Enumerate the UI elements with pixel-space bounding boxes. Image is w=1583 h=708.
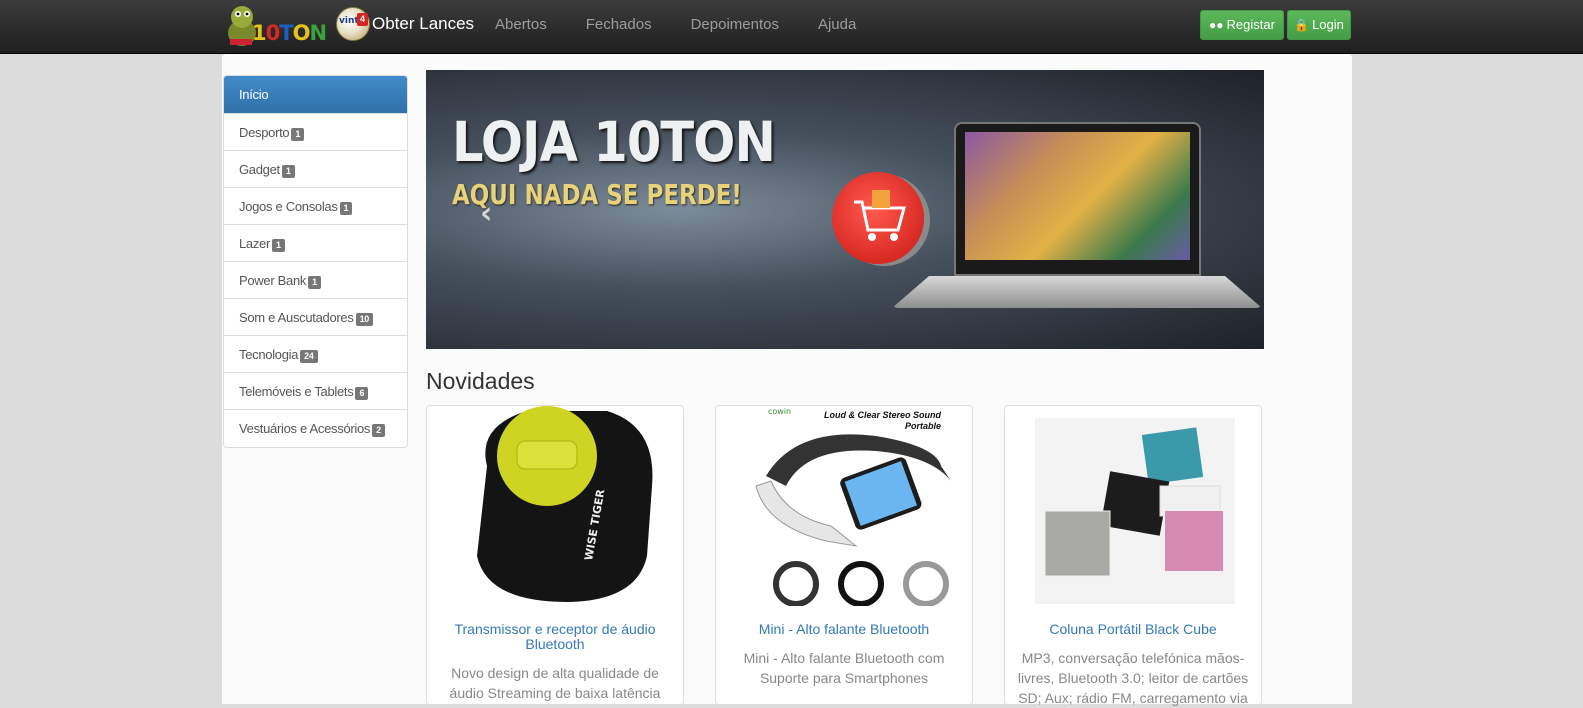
product-description: Novo design de alta qualidade de áudio S… [449,665,661,701]
banner-subtitle: AQUI NADA SE PERDE! [452,178,742,211]
sidebar-item-label: Som e Auscutadores [239,309,354,325]
obter-lances-link[interactable]: vint 4 Obter Lances [336,6,474,42]
login-label: Login [1312,17,1344,32]
banner-carousel[interactable]: LOJA 10TON AQUI NADA SE PERDE! ‹ › [426,70,1264,349]
nav-link-fechados[interactable]: Fechados [586,0,652,50]
product-image-black-cube [1035,418,1235,604]
register-label: Registar [1226,17,1275,32]
shoppers-photo [965,132,1190,260]
product-card[interactable]: Coluna Portátil Black Cube MP3, conversa… [1004,405,1262,706]
nav-link-depoimentos[interactable]: Depoimentos [691,0,779,50]
nav-link-abertos[interactable]: Abertos [495,0,547,50]
count-badge: 1 [272,238,285,252]
cart-glyph [854,190,906,241]
sidebar-item-lazer[interactable]: Lazer 1 [224,225,407,262]
product-image-mini-speaker: cowin [755,407,951,606]
sidebar-item-tecnologia[interactable]: Tecnologia 24 [224,336,407,373]
shopping-cart-icon [832,172,924,264]
product-brand-text: cowin [768,407,791,416]
login-button[interactable]: 🔒 Login [1287,10,1351,40]
banner-title: LOJA 10TON [452,110,776,174]
product-card[interactable]: cowin Loud & Clear Stereo Sound Portable… [715,405,973,705]
sidebar-item-label: Tecnologia [239,346,299,362]
product-image-transmitter: WISE TIGER [477,406,653,602]
count-badge: 1 [339,201,353,215]
carousel-prev-icon[interactable]: ‹ [480,196,492,231]
product-title[interactable]: Mini - Alto falante Bluetooth [726,622,962,637]
brand-label: Obter Lances [372,14,475,33]
users-icon: ●● [1209,18,1224,32]
count-badge: 1 [281,164,295,178]
nav-link-ajuda[interactable]: Ajuda [818,0,856,50]
count-badge: 24 [300,349,318,363]
vint4-logo-icon: vint 4 [336,7,370,41]
section-title: Novidades [426,368,535,394]
nav-links: Abertos Fechados Depoimentos Ajuda [495,0,895,50]
sidebar-item-label: Gadget [239,161,280,177]
sidebar-item-power-bank[interactable]: Power Bank 1 [224,262,407,299]
logo-text: 10TON [252,21,327,45]
register-button[interactable]: ●● Registar [1200,10,1284,40]
lock-icon: 🔒 [1294,18,1310,32]
laptop-image [954,122,1201,276]
count-badge: 1 [308,275,321,289]
product-title[interactable]: Transmissor e receptor de áudio Bluetoot… [437,622,673,652]
sidebar-item-label: Power Bank [239,272,307,288]
sidebar-item-telemoveis-e-tablets[interactable]: Telemóveis e Tablets 6 [224,373,407,410]
product-card[interactable]: WISE TIGER Transmissor e receptor de áud… [426,405,684,705]
category-sidebar: Início Desporto 1 Gadget 1 Jogos e Conso… [223,75,408,448]
sidebar-item-gadget[interactable]: Gadget 1 [224,151,407,188]
sidebar-item-desporto[interactable]: Desporto 1 [224,114,407,151]
sidebar-item-inicio[interactable]: Início [224,76,407,114]
laptop-keyboard [892,276,1262,308]
sidebar-item-label: Lazer [239,235,271,251]
sidebar-item-label: Jogos e Consolas [239,198,338,214]
site-logo[interactable]: 10TON [224,3,327,48]
sidebar-item-label: Vestuários e Acessórios [239,421,371,436]
sidebar-item-som-e-auscutadores[interactable]: Som e Auscutadores 10 [224,299,407,336]
top-navbar: 10TON vint 4 Obter Lances Abertos Fechad… [0,0,1583,54]
product-description: MP3, conversação telefónica mãos-livres,… [1017,650,1249,706]
count-badge: 1 [291,127,305,141]
product-title[interactable]: Coluna Portátil Black Cube [1015,622,1251,637]
vint-badge-text: vint [339,16,359,26]
sidebar-item-label: Desporto [239,124,290,140]
count-badge: 10 [355,312,373,326]
product-description: Mini - Alto falante Bluetooth com Suport… [743,650,945,686]
sidebar-item-label: Início [239,87,269,102]
count-badge: 2 [372,424,385,437]
product-image-tagline: Loud & Clear Stereo Sound Portable [823,410,941,431]
sidebar-item-label: Telemóveis e Tablets [239,383,354,399]
count-badge: 6 [355,386,369,400]
vint-badge-number: 4 [357,13,368,26]
sidebar-item-jogos-e-consolas[interactable]: Jogos e Consolas 1 [224,188,407,225]
sidebar-item-vestuarios-e-acessorios[interactable]: Vestuários e Acessórios 2 [224,410,407,447]
